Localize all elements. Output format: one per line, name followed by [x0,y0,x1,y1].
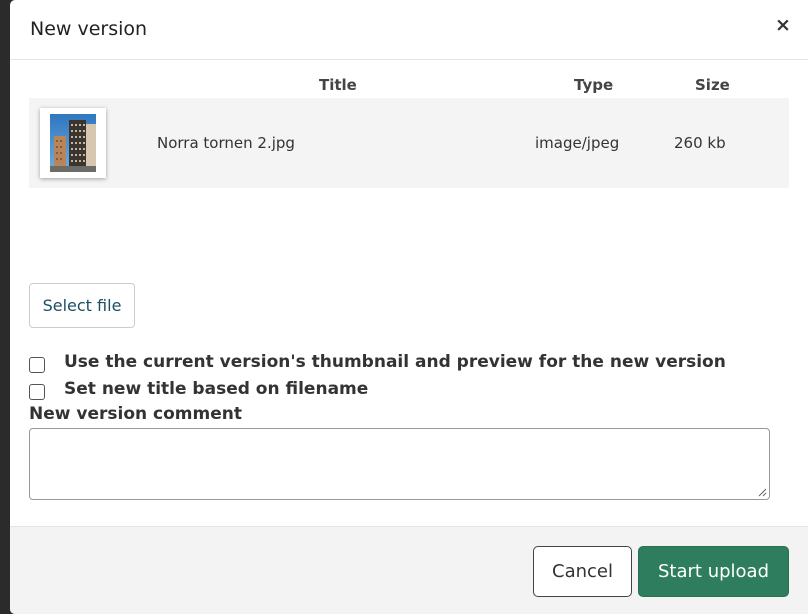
dialog-footer: Cancel Start upload [10,526,808,614]
cancel-button[interactable]: Cancel [533,546,632,597]
column-header-type: Type [574,76,614,94]
image-thumbnail [40,108,106,178]
column-header-title: Title [319,76,357,94]
title-from-filename-checkbox[interactable] [29,383,45,400]
comment-textarea[interactable] [29,428,770,500]
select-file-button[interactable]: Select file [29,283,135,328]
start-upload-button[interactable]: Start upload [638,546,789,597]
file-name: Norra tornen 2.jpg [157,134,295,152]
use-current-thumbnail-label[interactable]: Use the current version's thumbnail and … [64,352,726,372]
file-type: image/jpeg [535,134,620,152]
dialog-title: New version [30,18,148,40]
dialog-header: New version × [10,0,808,60]
column-header-size: Size [695,76,730,94]
title-from-filename-label[interactable]: Set new title based on filename [64,379,368,399]
comment-label: New version comment [29,404,242,424]
table-row: Norra tornen 2.jpg image/jpeg 260 kb [29,98,789,188]
option-title-from-filename[interactable]: Set new title based on filename [29,377,368,401]
file-size: 260 kb [674,134,726,152]
use-current-thumbnail-checkbox[interactable] [29,356,45,373]
new-version-dialog: New version × Title Type Size Norra torn… [10,0,808,614]
close-icon[interactable]: × [772,14,794,36]
resize-grip-icon[interactable] [757,487,767,497]
option-use-current-thumbnail[interactable]: Use the current version's thumbnail and … [29,350,726,374]
